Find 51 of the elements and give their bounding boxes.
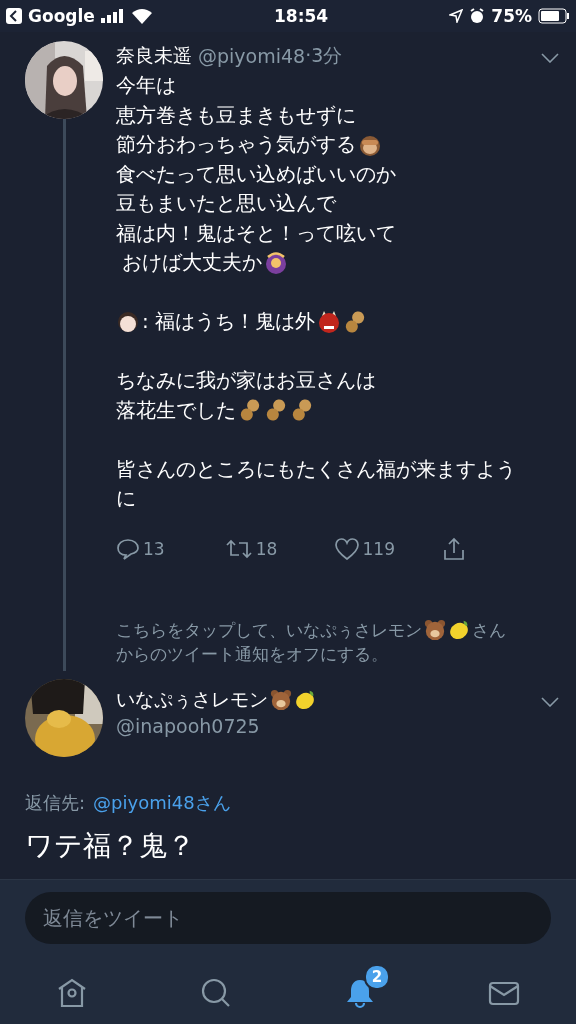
heart-icon[interactable] (333, 536, 360, 561)
comment-icon[interactable] (116, 536, 140, 561)
back-app-label[interactable]: Google (28, 6, 95, 26)
signal-icon (100, 9, 125, 23)
tweet-text: 恵方巻きも豆まきもせずに (116, 101, 356, 129)
bear-icon (270, 689, 292, 711)
display-name[interactable]: 奈良未遥 (116, 43, 192, 69)
ogre-icon (317, 309, 342, 334)
wifi-icon (130, 8, 153, 24)
post-time: ·3分 (305, 43, 343, 68)
chevron-down-icon[interactable] (541, 697, 559, 707)
girl-face-icon (116, 309, 140, 334)
battery-icon (538, 8, 570, 24)
tweet-text: 食べたって思い込めばいいのか (116, 160, 396, 188)
tweet-text: 落花生でした (116, 396, 236, 424)
action-count: 119 (362, 538, 395, 559)
reply-text: ワテ福？鬼？ (24, 828, 196, 864)
user-handle[interactable]: @inapooh0725 (116, 715, 551, 737)
location-icon (449, 9, 464, 23)
alarm-icon (469, 8, 486, 24)
mute-notice-text[interactable]: からのツイート通知をオフにする。 (116, 641, 388, 666)
reply-input-field[interactable]: 返信をツイート (25, 892, 551, 944)
peanut-icon (238, 398, 262, 423)
display-name[interactable]: いなぷぅさレモン (116, 687, 268, 713)
bear-icon (424, 618, 446, 641)
retweet-icon[interactable] (224, 537, 253, 560)
lemon-icon (294, 689, 316, 711)
action-count: 18 (255, 538, 278, 559)
tweet-text: 福は内！鬼はそと！って呟いて (116, 219, 396, 247)
back-icon[interactable] (6, 8, 22, 24)
battery-percent: 75% (491, 6, 532, 26)
tweet-text: : 福はうち！鬼は外 (142, 308, 316, 335)
tweet-text: 皆さんのところにもたくさん福が来ますように (116, 455, 517, 512)
user-handle[interactable]: @piyomi48 (198, 45, 306, 67)
tweet-text: 豆もまいたと思い込んで (116, 190, 336, 217)
action-count: 13 (143, 538, 165, 559)
chevron-down-icon[interactable] (541, 53, 559, 63)
tweet-text: おけば大丈夫か (121, 249, 263, 276)
mention-link[interactable]: @piyomi48さん (93, 791, 231, 815)
tweet-text: 節分おわっちゃう気がする (116, 131, 356, 158)
mute-notice-text[interactable]: こちらをタップして、いなぷぅさレモン (116, 617, 422, 642)
lemon-icon (448, 618, 470, 641)
peanut-icon (290, 398, 314, 423)
tweet-text: 今年は (116, 72, 176, 99)
reply-to-label: 返信先: (25, 791, 86, 815)
mute-notice-text[interactable]: さん (472, 617, 506, 642)
share-icon[interactable] (442, 536, 467, 561)
clock-time: 18:54 (274, 6, 329, 26)
notification-badge: 2 (364, 964, 390, 990)
tweet-text: ちなみに我が家はお豆さんは (116, 367, 376, 394)
peanut-icon (264, 398, 288, 423)
